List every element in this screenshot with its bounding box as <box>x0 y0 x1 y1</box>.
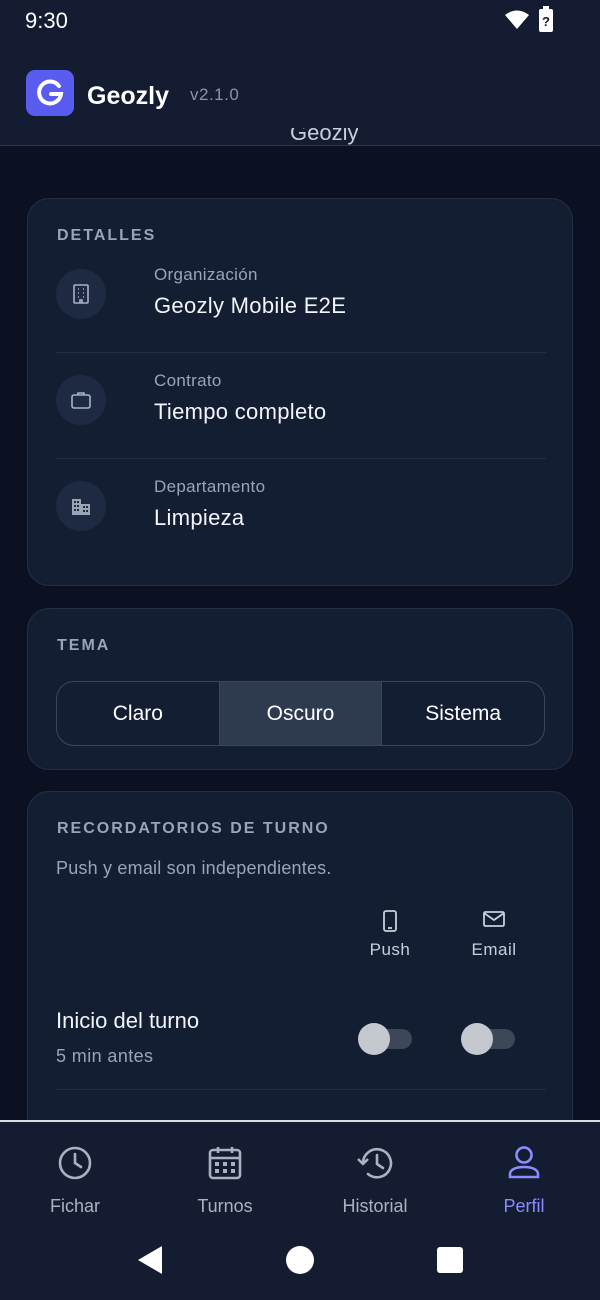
divider <box>56 1089 546 1090</box>
nav-label: Historial <box>342 1196 408 1216</box>
theme-selector: Claro Oscuro Sistema <box>56 681 545 746</box>
detail-label: Organización <box>154 265 258 284</box>
detail-value: Geozly Mobile E2E <box>154 293 347 318</box>
column-label: Push <box>369 940 411 959</box>
reminder-subtitle: 5 min antes <box>56 1046 154 1066</box>
reminders-heading: RECORDATORIOS DE TURNO <box>57 820 330 837</box>
nav-label: Perfil <box>503 1196 545 1216</box>
calendar-icon <box>160 1142 290 1184</box>
push-toggle[interactable] <box>358 1023 414 1055</box>
scrolled-content-peek: Geozly <box>290 128 359 145</box>
theme-card: TEMA Claro Oscuro Sistema <box>27 608 573 770</box>
clock-icon <box>10 1142 140 1184</box>
reminder-title: Inicio del turno <box>56 1008 200 1033</box>
back-icon[interactable] <box>136 1245 164 1280</box>
toggle-thumb <box>358 1023 390 1055</box>
history-icon <box>310 1142 440 1184</box>
mail-icon <box>464 910 524 932</box>
column-push: Push <box>360 910 420 960</box>
theme-option-dark[interactable]: Oscuro <box>219 682 383 745</box>
nav-item-perfil[interactable]: Perfil <box>459 1142 589 1217</box>
theme-option-light[interactable]: Claro <box>57 682 220 745</box>
nav-item-fichar[interactable]: Fichar <box>10 1142 140 1217</box>
detail-label: Contrato <box>154 371 222 390</box>
recents-icon[interactable] <box>437 1247 463 1278</box>
app-logo-icon <box>26 70 74 116</box>
reminders-subtitle: Push y email son independientes. <box>56 858 332 878</box>
column-email: Email <box>464 910 524 960</box>
theme-heading: TEMA <box>57 637 111 654</box>
building-icon <box>56 269 106 319</box>
status-time: 9:30 <box>25 8 68 33</box>
reminders-card: RECORDATORIOS DE TURNO Push y email son … <box>27 791 573 1151</box>
detail-label: Departamento <box>154 477 266 496</box>
detail-value: Tiempo completo <box>154 399 327 424</box>
person-icon <box>459 1142 589 1184</box>
email-toggle[interactable] <box>461 1023 517 1055</box>
nav-item-historial[interactable]: Historial <box>310 1142 440 1217</box>
system-nav-bar <box>0 1240 600 1280</box>
column-label: Email <box>471 940 517 959</box>
wifi-icon <box>505 10 529 35</box>
battery-icon: ? <box>538 6 554 37</box>
svg-text:?: ? <box>542 14 550 29</box>
toggle-thumb <box>461 1023 493 1055</box>
phone-icon <box>360 910 420 932</box>
department-icon <box>56 481 106 531</box>
detail-value: Limpieza <box>154 505 245 530</box>
home-icon[interactable] <box>286 1246 314 1279</box>
nav-label: Fichar <box>49 1196 100 1216</box>
theme-option-system[interactable]: Sistema <box>382 682 544 745</box>
status-bar: 9:30 ? <box>0 0 600 40</box>
briefcase-icon <box>56 375 106 425</box>
app-version: v2.1.0 <box>190 85 240 104</box>
detail-row-department: Departamento Limpieza <box>56 459 546 565</box>
nav-label: Turnos <box>197 1196 253 1216</box>
details-card: DETALLES Organización Geozly Mobile E2E … <box>27 198 573 586</box>
detail-row-organization: Organización Geozly Mobile E2E <box>56 247 546 353</box>
nav-item-turnos[interactable]: Turnos <box>160 1142 290 1217</box>
details-heading: DETALLES <box>57 227 157 244</box>
detail-row-contract: Contrato Tiempo completo <box>56 353 546 459</box>
app-title: Geozly <box>87 82 169 110</box>
